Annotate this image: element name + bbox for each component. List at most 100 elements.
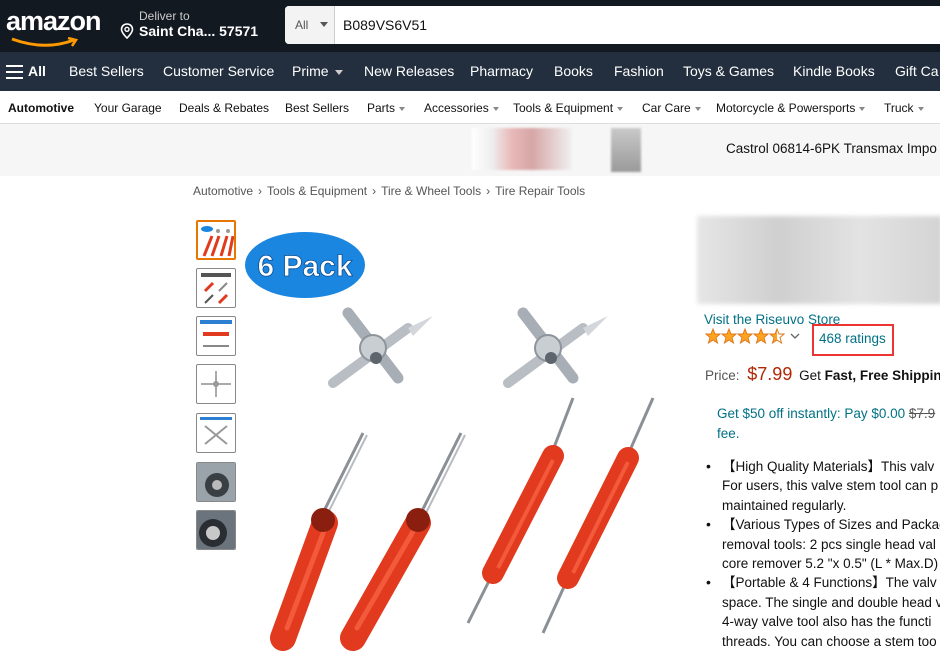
list-item: 【Various Types of Sizes and Packag — [704, 515, 940, 535]
hamburger-menu-icon — [6, 65, 23, 83]
tool-thumbnail-image — [201, 371, 231, 397]
banner-product-title[interactable]: Castrol 06814-6PK Transmax Impo — [726, 141, 937, 156]
search-category-label: All — [295, 18, 309, 32]
nav-gift-cards[interactable]: Gift Ca — [895, 63, 939, 79]
chevron-down-icon — [492, 106, 499, 111]
single-head-core-remover — [340, 432, 466, 651]
chevron-down-icon — [790, 333, 800, 339]
price-row: Price: $7.99 Get Fast, Free Shipping — [705, 364, 940, 385]
credit-card-offer[interactable]: Get $50 off instantly: Pay $0.00 $7.9 fe… — [717, 404, 940, 444]
thumbnail-5[interactable] — [196, 413, 236, 453]
six-pack-badge: 6 Pack — [245, 232, 365, 298]
subnav-your-garage[interactable]: Your Garage — [94, 101, 162, 115]
tool-thumbnail-image — [200, 417, 232, 445]
chevron-right-icon: › — [372, 184, 377, 198]
amazon-smile-icon — [11, 37, 79, 47]
list-item: 【Portable & 4 Functions】The valv — [704, 573, 940, 593]
thumbnail-7[interactable] — [196, 510, 236, 550]
tool-thumbnail-image — [200, 320, 232, 347]
thumbnail-1[interactable] — [196, 220, 236, 260]
search-bar: All — [285, 6, 940, 44]
subnav-motorcycle-label: Motorcycle & Powersports — [716, 101, 856, 115]
bullet-text: threads. You can choose a stem too — [722, 633, 937, 649]
automotive-subnav: Automotive Your Garage Deals & Rebates B… — [0, 91, 940, 124]
bullet-text: removal tools: 2 pcs single head val — [722, 536, 936, 552]
search-category-dropdown[interactable]: All — [285, 6, 335, 44]
shipping-get: Get — [799, 368, 821, 383]
chevron-right-icon: › — [486, 184, 491, 198]
ratings-count-text: 468 ratings — [819, 331, 886, 346]
blurred-ad-image — [472, 128, 572, 170]
thumbnail-4[interactable] — [196, 364, 236, 404]
breadcrumb: Automotive › Tools & Equipment › Tire & Whee… — [193, 184, 585, 198]
nav-books[interactable]: Books — [554, 63, 593, 79]
subnav-automotive[interactable]: Automotive — [8, 101, 74, 115]
breadcrumb-item[interactable]: Tools & Equipment — [267, 184, 367, 198]
badge-text: 6 Pack — [257, 250, 352, 283]
four-way-valve-tool — [328, 307, 433, 388]
deliver-to-location-text: Saint Cha... 57571 — [139, 23, 259, 39]
search-input[interactable] — [343, 14, 923, 36]
subnav-deals-rebates[interactable]: Deals & Rebates — [179, 101, 269, 115]
thumbnail-2[interactable] — [196, 268, 236, 308]
location-pin-icon — [120, 23, 134, 39]
nav-pharmacy[interactable]: Pharmacy — [470, 63, 533, 79]
price-value: $7.99 — [747, 364, 793, 384]
bullet-text: maintained regularly. — [722, 497, 847, 513]
blurred-ad-image — [611, 128, 641, 172]
free-shipping-text[interactable]: Fast, Free Shipping — [825, 368, 940, 383]
main-nav: All Best Sellers Customer Service Prime … — [0, 52, 940, 91]
subnav-motorcycle-powersports[interactable]: Motorcycle & Powersports — [716, 101, 866, 115]
subnav-parts-label: Parts — [367, 101, 396, 115]
price-label: Price: — [705, 368, 740, 383]
star-rating[interactable] — [704, 327, 805, 349]
thumbnail-6[interactable] — [196, 462, 236, 502]
chevron-down-icon — [694, 106, 701, 111]
nav-all-menu[interactable]: All — [6, 63, 46, 79]
bullet-text: core remover 5.2 "x 0.5" (L * Max.D) — [722, 556, 939, 572]
subnav-parts[interactable]: Parts — [367, 101, 406, 115]
nav-toys-games[interactable]: Toys & Games — [683, 63, 774, 79]
subnav-tools-equipment[interactable]: Tools & Equipment — [513, 101, 624, 115]
subnav-tools-equipment-label: Tools & Equipment — [513, 101, 614, 115]
chevron-down-icon — [617, 106, 624, 111]
bullet-text: 【Portable & 4 Functions】The valv — [722, 575, 937, 591]
nav-new-releases[interactable]: New Releases — [364, 63, 454, 79]
chevron-down-icon — [334, 69, 343, 75]
chevron-right-icon: › — [258, 184, 263, 198]
main-product-image[interactable]: 6 Pack — [243, 228, 683, 653]
offer-text: Get $50 off instantly: Pay $0.00 — [717, 406, 906, 421]
subnav-best-sellers[interactable]: Best Sellers — [285, 101, 349, 115]
bullet-text: space. The single and double head v — [722, 594, 940, 610]
deliver-to-label: Deliver to — [139, 9, 190, 23]
offer-strikethrough-price: $7.9 — [908, 406, 936, 421]
amazon-logo[interactable]: amazon — [6, 6, 102, 37]
nav-best-sellers[interactable]: Best Sellers — [69, 63, 144, 79]
chevron-down-icon — [320, 22, 328, 27]
breadcrumb-item[interactable]: Tire & Wheel Tools — [381, 184, 481, 198]
sponsored-banner[interactable]: Castrol 06814-6PK Transmax Impo — [0, 124, 940, 176]
tool-thumbnail-image — [201, 226, 234, 257]
single-head-core-remover — [270, 432, 368, 651]
bullet-text: 4-way valve tool also has the functi — [722, 614, 932, 630]
nav-customer-service[interactable]: Customer Service — [163, 63, 274, 79]
nav-prime-label: Prime — [292, 63, 329, 79]
star-rating-icon — [704, 327, 800, 345]
nav-kindle-books[interactable]: Kindle Books — [793, 63, 875, 79]
bullet-text: 【High Quality Materials】This valv — [722, 459, 935, 474]
breadcrumb-item[interactable]: Automotive — [193, 184, 253, 198]
bullet-text: For users, this valve stem tool can p — [722, 478, 939, 494]
subnav-car-care[interactable]: Car Care — [642, 101, 701, 115]
breadcrumb-item[interactable]: Tire Repair Tools — [495, 184, 585, 198]
subnav-truck[interactable]: Truck — [884, 101, 924, 115]
nav-fashion[interactable]: Fashion — [614, 63, 664, 79]
about-item-bullets: 【High Quality Materials】This valv For us… — [704, 457, 940, 651]
offer-line-2: fee. — [717, 426, 740, 441]
thumbnail-3[interactable] — [196, 316, 236, 356]
bullet-text: 【Various Types of Sizes and Packag — [722, 517, 940, 533]
subnav-truck-label: Truck — [884, 101, 914, 115]
subnav-accessories[interactable]: Accessories — [424, 101, 499, 115]
ratings-count-link[interactable]: 468 ratings — [812, 324, 894, 356]
top-header: amazon Deliver to Saint Cha... 57571 All — [0, 0, 940, 52]
nav-prime[interactable]: Prime — [292, 63, 343, 79]
